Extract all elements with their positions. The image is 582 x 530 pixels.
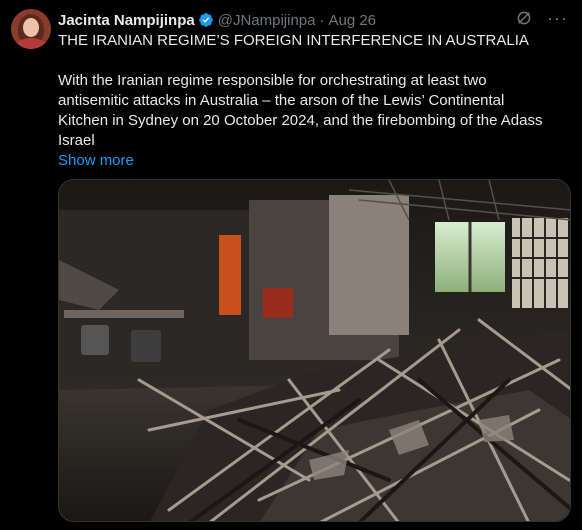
separator-dot: ·: [319, 11, 325, 29]
tweet-photo[interactable]: [58, 179, 571, 522]
tweet-date[interactable]: Aug 26: [328, 12, 376, 29]
tweet-body-line: antisemitic attacks in Australia – the a…: [58, 92, 505, 109]
more-options-icon[interactable]: ···: [547, 9, 568, 27]
avatar[interactable]: [11, 9, 51, 49]
tweet-body-line: With the Iranian regime responsible for …: [58, 72, 487, 89]
verified-badge-icon: [198, 13, 213, 27]
author-name[interactable]: Jacinta Nampijinpa: [58, 12, 195, 29]
burned-interior-photo: [59, 180, 570, 521]
tweet-body-line: Israel: [58, 132, 95, 149]
author-handle[interactable]: @JNampijinpa: [218, 12, 316, 29]
tweet[interactable]: Jacinta Nampijinpa @JNampijinpa · Aug 26…: [0, 0, 582, 530]
tweet-body-line: Kitchen in Sydney on 20 October 2024, an…: [58, 112, 543, 129]
grok-icon[interactable]: [515, 9, 533, 27]
header-actions: ···: [515, 9, 568, 27]
tweet-header: Jacinta Nampijinpa @JNampijinpa · Aug 26: [58, 10, 376, 30]
tweet-text: THE IRANIAN REGIME’S FOREIGN INTERFERENC…: [58, 31, 568, 171]
show-more-link[interactable]: Show more: [58, 151, 134, 171]
tweet-title: THE IRANIAN REGIME’S FOREIGN INTERFERENC…: [58, 32, 529, 49]
tweet-body: With the Iranian regime responsible for …: [58, 71, 568, 151]
